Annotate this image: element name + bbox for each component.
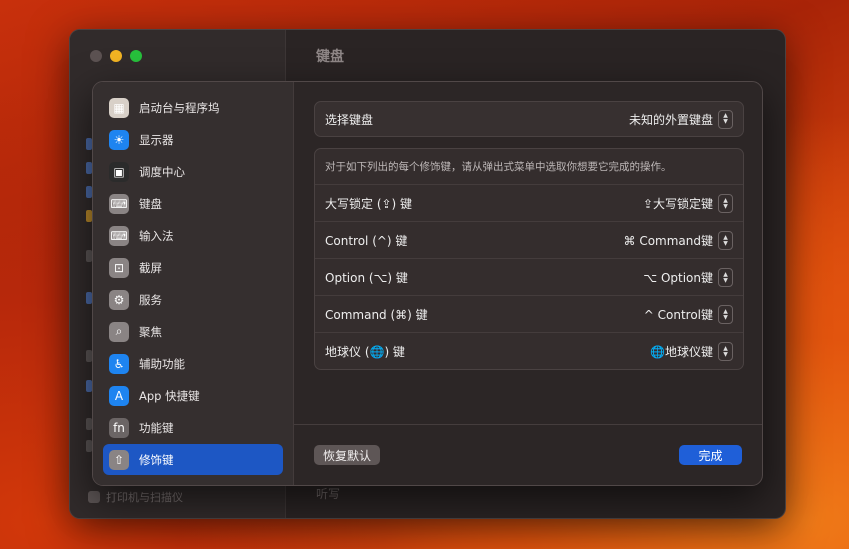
sidebar-item-label: 聚焦 <box>139 324 162 339</box>
modifier-action-value: 🌐地球仪键 <box>650 345 713 359</box>
chevron-updown-icon: ▲ ▼ <box>718 268 733 287</box>
sidebar-item-keyboard[interactable]: ⌨ 键盘 <box>103 188 283 219</box>
modifier-action-popup[interactable]: ^ Control键 ▲ ▼ <box>644 305 743 324</box>
footer-divider <box>294 424 762 425</box>
section-label-dictation: 听写 <box>316 487 341 501</box>
sidebar-item-services[interactable]: ⚙ 服务 <box>103 284 283 315</box>
sidebar-item-display[interactable]: ☀ 显示器 <box>103 124 283 155</box>
sidebar-item-label: 键盘 <box>139 196 162 211</box>
function-key-icon: fn <box>109 417 129 438</box>
page-title: 键盘 <box>316 49 344 65</box>
modifier-action-popup[interactable]: 🌐地球仪键 ▲ ▼ <box>650 342 743 361</box>
printer-icon <box>88 491 100 503</box>
sidebar-item-label: 服务 <box>139 292 162 307</box>
chevron-updown-icon: ▲ ▼ <box>718 231 733 250</box>
sidebar-item-label: 打印机与扫描仪 <box>106 491 183 504</box>
modifier-row: Control (^) 键 ⌘ Command键 ▲ ▼ <box>315 221 743 259</box>
sidebar-item-label: 输入法 <box>139 228 174 243</box>
keyboard-shortcuts-sheet: ▦ 启动台与程序坞 ☀ 显示器 ▣ 调度中心 ⌨ 键盘 ⌨ 输入法 ⊡ 截屏 ⚙ 服务 ⌕ 聚焦 ♿ 辅助功能 A A… <box>92 81 763 486</box>
sidebar-item-label: 辅助功能 <box>139 356 185 371</box>
modifier-action-value: ^ Control键 <box>643 308 713 322</box>
modifier-action-value: ⌥ Option键 <box>643 271 713 285</box>
modifier-row: 地球仪 (🌐) 键 🌐地球仪键 ▲ ▼ <box>315 332 743 370</box>
sidebar-item-printers[interactable]: 打印机与扫描仪 <box>88 489 183 505</box>
sidebar-item-accessibility[interactable]: ♿ 辅助功能 <box>103 348 283 379</box>
chevron-updown-icon: ▲ ▼ <box>718 194 733 213</box>
modifier-action-popup[interactable]: ⇪大写锁定键 ▲ ▼ <box>643 194 743 213</box>
accessibility-icon: ♿ <box>109 353 129 374</box>
modifier-key-label: Option (⌥) 键 <box>325 271 408 285</box>
modifier-key-icon: ⇧ <box>109 449 129 470</box>
display-icon: ☀ <box>109 129 129 150</box>
close-window-button[interactable] <box>90 50 102 62</box>
zoom-window-button[interactable] <box>130 50 142 62</box>
launchpad-icon: ▦ <box>109 97 129 118</box>
app-shortcuts-icon: A <box>109 385 129 406</box>
input-method-icon: ⌨ <box>109 225 129 246</box>
modifier-description: 对于如下列出的每个修饰键，请从弹出式菜单中选取你想要它完成的操作。 <box>325 161 672 173</box>
sidebar-item-label: 显示器 <box>139 132 174 147</box>
spotlight-icon: ⌕ <box>109 321 129 342</box>
sidebar-item-label: 调度中心 <box>139 164 185 179</box>
sidebar-item-screenshot[interactable]: ⊡ 截屏 <box>103 252 283 283</box>
sidebar-item-label: 截屏 <box>139 260 162 275</box>
modifier-action-value: ⌘ Command键 <box>623 234 714 248</box>
modifier-key-label: 大写锁定 (⇪) 键 <box>325 197 413 211</box>
modifier-row: Command (⌘) 键 ^ Control键 ▲ ▼ <box>315 295 743 333</box>
sidebar-item-function-key[interactable]: fn 功能键 <box>103 412 283 443</box>
screenshot-icon: ⊡ <box>109 257 129 278</box>
modifier-action-value: ⇪大写锁定键 <box>642 197 713 211</box>
modifier-row: Option (⌥) 键 ⌥ Option键 ▲ ▼ <box>315 258 743 296</box>
minimize-window-button[interactable] <box>110 50 122 62</box>
keyboard-icon: ⌨ <box>109 193 129 214</box>
sidebar-item-input-method[interactable]: ⌨ 输入法 <box>103 220 283 251</box>
modifier-key-label: 地球仪 (🌐) 键 <box>325 345 405 359</box>
select-keyboard-row: 选择键盘 未知的外置键盘 ▲ ▼ <box>314 101 744 137</box>
sidebar-item-label: 启动台与程序坞 <box>139 100 220 115</box>
services-icon: ⚙ <box>109 289 129 310</box>
done-button[interactable]: 完成 <box>679 445 742 465</box>
restore-defaults-button[interactable]: 恢复默认 <box>314 445 381 465</box>
modifier-keys-box: 对于如下列出的每个修饰键，请从弹出式菜单中选取你想要它完成的操作。 大写锁定 (… <box>314 148 744 370</box>
modifier-action-popup[interactable]: ⌥ Option键 ▲ ▼ <box>643 268 743 287</box>
sidebar-item-launchpad[interactable]: ▦ 启动台与程序坞 <box>103 92 283 123</box>
sidebar-item-mission-control[interactable]: ▣ 调度中心 <box>103 156 283 187</box>
sidebar-item-app-shortcuts[interactable]: A App 快捷键 <box>103 380 283 411</box>
modifier-row: 大写锁定 (⇪) 键 ⇪大写锁定键 ▲ ▼ <box>315 184 743 222</box>
chevron-updown-icon: ▲ ▼ <box>718 342 733 361</box>
sidebar-item-label: 修饰键 <box>139 452 174 467</box>
sidebar-item-label: 功能键 <box>139 420 174 435</box>
sidebar-item-modifier-key[interactable]: ⇧ 修饰键 <box>103 444 283 475</box>
select-keyboard-label: 选择键盘 <box>325 112 374 127</box>
chevron-updown-icon: ▲ ▼ <box>718 109 733 129</box>
modifier-key-label: Control (^) 键 <box>325 234 408 248</box>
shortcut-category-list: ▦ 启动台与程序坞 ☀ 显示器 ▣ 调度中心 ⌨ 键盘 ⌨ 输入法 ⊡ 截屏 ⚙ 服务 ⌕ 聚焦 ♿ 辅助功能 A A… <box>93 82 294 485</box>
chevron-updown-icon: ▲ ▼ <box>718 305 733 324</box>
modifier-key-label: Command (⌘) 键 <box>325 308 428 322</box>
modifier-action-popup[interactable]: ⌘ Command键 ▲ ▼ <box>624 231 744 250</box>
select-keyboard-popup[interactable]: 未知的外置键盘 ▲ ▼ <box>628 109 743 129</box>
select-keyboard-value: 未知的外置键盘 <box>628 112 713 127</box>
modifier-keys-panel: 选择键盘 未知的外置键盘 ▲ ▼ 对于如下列出的每个修饰键，请从弹出式菜单中选取你… <box>294 82 762 485</box>
mission-control-icon: ▣ <box>109 161 129 182</box>
sidebar-item-spotlight[interactable]: ⌕ 聚焦 <box>103 316 283 347</box>
sidebar-item-label: App 快捷键 <box>139 388 200 403</box>
